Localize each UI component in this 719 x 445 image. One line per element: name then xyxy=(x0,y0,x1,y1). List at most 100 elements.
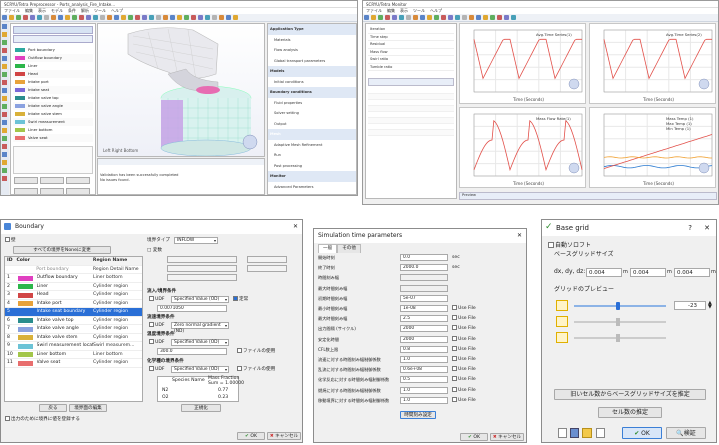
panel-button[interactable] xyxy=(14,188,38,194)
tool-icon[interactable] xyxy=(2,40,7,45)
species-value[interactable]: 0.77 xyxy=(218,387,228,394)
field-input[interactable]: 5e-07 xyxy=(400,294,448,302)
view-cube-icon[interactable] xyxy=(568,162,580,174)
tree-item[interactable]: Output xyxy=(268,119,356,130)
tool-icon[interactable] xyxy=(2,96,7,101)
3d-viewport[interactable]: Left Right Bottom xyxy=(97,23,265,157)
toolbar-icon[interactable] xyxy=(455,15,460,20)
grid-z-icon[interactable] xyxy=(556,332,568,343)
region-row[interactable]: Outflow boundary xyxy=(13,54,93,62)
tool-icon[interactable] xyxy=(2,128,7,133)
region-row[interactable]: Port boundary xyxy=(13,46,93,54)
field-input[interactable]: 1.0 xyxy=(400,396,448,404)
tree-item[interactable]: Initial conditions xyxy=(268,77,356,88)
panel-button[interactable] xyxy=(14,177,38,184)
udf-check-4[interactable]: UDF xyxy=(149,366,165,373)
close-icon[interactable]: ✕ xyxy=(293,220,298,234)
view-cube-icon[interactable] xyxy=(698,162,710,174)
toolbar-icon[interactable] xyxy=(399,15,404,20)
toolbar-icon[interactable] xyxy=(427,15,432,20)
tree-item[interactable]: Boundary conditions xyxy=(268,87,356,98)
field-input[interactable] xyxy=(400,274,448,282)
toolbar-icon[interactable] xyxy=(65,15,70,20)
toolbar-icon[interactable] xyxy=(371,15,376,20)
steady-check[interactable]: 定常 xyxy=(233,296,248,303)
toolbar-icon[interactable] xyxy=(364,15,369,20)
tool-icon[interactable] xyxy=(2,72,7,77)
boundary-type-select[interactable]: INFLOW xyxy=(174,237,218,244)
field-input[interactable]: 0.8 xyxy=(400,345,448,353)
auto-check[interactable]: 自動ソロフト xyxy=(548,242,591,249)
toolbar-icon[interactable] xyxy=(2,15,7,20)
table-row[interactable]: 5 Intake seat boundary Cylinder region xyxy=(5,308,142,317)
toolbar-icon[interactable] xyxy=(23,15,28,20)
flow-select[interactable]: Specified Value (OD) xyxy=(171,296,229,303)
menu-item[interactable]: 編集 xyxy=(25,8,33,13)
menu-item[interactable]: ツール xyxy=(413,8,425,13)
toolbar-icon[interactable] xyxy=(219,15,224,20)
edit-boundary-button[interactable]: 境界面の編集 xyxy=(69,404,107,412)
slider-handle[interactable] xyxy=(616,334,620,342)
toolbar-icon[interactable] xyxy=(504,15,509,20)
toolbar-icon[interactable] xyxy=(385,15,390,20)
tree-item[interactable]: Run xyxy=(268,150,356,161)
table-row[interactable]: 10 Liner bottom Liner bottom xyxy=(5,350,142,359)
toolbar-icon[interactable] xyxy=(462,15,467,20)
ok-button[interactable]: ✔ OK xyxy=(622,427,662,439)
message-tabs[interactable] xyxy=(98,159,264,165)
use-file-check[interactable]: Use File xyxy=(452,305,476,312)
use-file-check[interactable]: Use File xyxy=(452,376,476,383)
dz-input[interactable]: 0.004 xyxy=(674,268,710,277)
variable-check[interactable]: □ 変数 xyxy=(147,247,162,254)
table-row[interactable]: 11 Valve seat Cylinder region xyxy=(5,359,142,368)
toolbar-icon[interactable] xyxy=(483,15,488,20)
doc-icon[interactable] xyxy=(558,428,567,438)
dy-input[interactable]: 0.004 xyxy=(630,268,666,277)
tree-item[interactable]: Materials xyxy=(268,35,356,46)
toolbar-icon[interactable] xyxy=(128,15,133,20)
grid-y-icon[interactable] xyxy=(556,316,568,327)
help-icon[interactable]: ? xyxy=(688,220,692,236)
field-input[interactable]: 0.5 xyxy=(400,376,448,384)
toolbar-icon[interactable] xyxy=(107,15,112,20)
toolbar-icon[interactable] xyxy=(163,15,168,20)
table-row[interactable]: 7 Intake valve angle Cylinder region xyxy=(5,325,142,334)
cancel-button[interactable]: ✖ キャンセル xyxy=(267,432,301,440)
property-row[interactable]: Swirl ratio xyxy=(368,56,454,64)
tree-item[interactable]: Application Type xyxy=(268,24,356,35)
menu-item[interactable]: ヘルプ xyxy=(111,8,123,13)
use-file-check[interactable]: Use File xyxy=(452,396,476,404)
file-use-check-1[interactable]: ファイルの使用 xyxy=(237,348,275,355)
toolbar-icon[interactable] xyxy=(114,15,119,20)
temp-value-input[interactable]: 300.0 xyxy=(157,348,227,355)
view-cube-icon[interactable] xyxy=(568,78,580,90)
tool-icon[interactable] xyxy=(2,24,7,29)
tab[interactable]: その他 xyxy=(337,244,361,253)
table-row[interactable]: 1 Outflow boundary Liner bottom xyxy=(5,274,142,283)
tool-icon[interactable] xyxy=(2,112,7,117)
dx-input[interactable]: 0.004 xyxy=(586,268,622,277)
species-select[interactable]: Specified Value (OD) xyxy=(171,366,229,373)
toolbar-icon[interactable] xyxy=(86,15,91,20)
register-output-check[interactable]: 出力のために境界に値を登録する xyxy=(5,416,80,423)
table-row[interactable]: 2 Liner Cylinder region xyxy=(5,282,142,291)
menu-item[interactable]: ヘルプ xyxy=(430,8,442,13)
verify-button[interactable]: 🔍検証 xyxy=(666,427,706,439)
preview-value-input[interactable]: -23 xyxy=(674,301,706,310)
field-input[interactable]: 2000 xyxy=(400,325,448,333)
tool-icon[interactable] xyxy=(2,120,7,125)
series-row[interactable] xyxy=(368,130,454,136)
spin-icon[interactable]: ▲ ▼ xyxy=(708,301,712,310)
toolbar-icon[interactable] xyxy=(37,15,42,20)
region-row[interactable]: Intake seat xyxy=(13,86,93,94)
tool-icon[interactable] xyxy=(2,160,7,165)
tool-icon[interactable] xyxy=(2,88,7,93)
udf-check-2[interactable]: UDF xyxy=(149,322,165,329)
menu-item[interactable]: 解析 xyxy=(81,8,89,13)
slider-handle[interactable] xyxy=(616,318,620,326)
property-row[interactable]: Iteration xyxy=(368,26,454,34)
property-tabs[interactable] xyxy=(368,78,454,86)
toolbar-icon[interactable] xyxy=(406,15,411,20)
flow-value-input[interactable]: 0.0071050 xyxy=(157,305,227,312)
menu-item[interactable]: モデル xyxy=(51,8,63,13)
